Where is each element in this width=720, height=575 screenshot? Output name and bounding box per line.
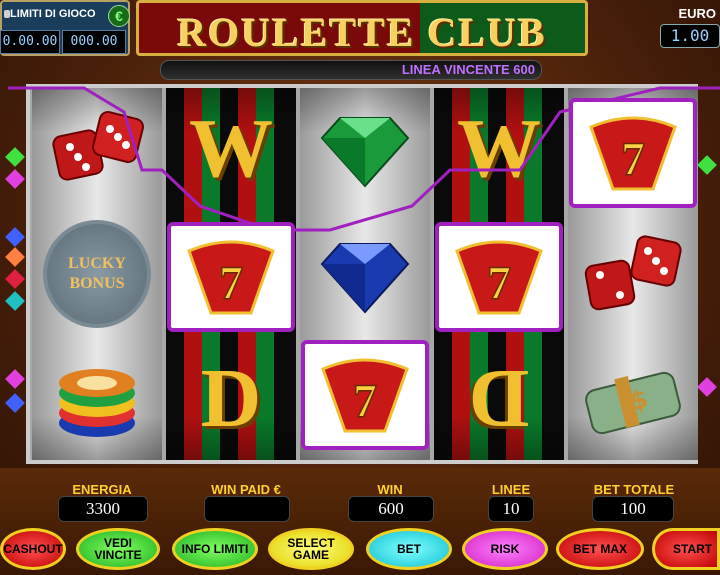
info-limiti-button[interactable]: INFO LIMITI: [172, 528, 258, 570]
reel-area: LUCKY BONUS W D W D $ 7 7 7 7: [8, 84, 720, 464]
bet-totale-value: 100: [592, 496, 674, 522]
seven-icon: 7: [455, 240, 543, 315]
seven-text: 7: [219, 257, 243, 310]
bet-totale-label: BET TOTALE: [593, 482, 675, 497]
vedi-vincite-button[interactable]: VEDI VINCITE: [76, 528, 160, 570]
seven-icon: 7: [187, 240, 275, 315]
seven-text: 7: [487, 257, 511, 310]
select-game-button[interactable]: SELECT GAME: [268, 528, 354, 570]
start-button[interactable]: START: [652, 528, 720, 570]
energia-label: ENERGIA: [72, 482, 132, 497]
linee-label: LINEE: [491, 482, 531, 497]
energia-value: 3300: [58, 496, 148, 522]
seven-symbol: 7: [167, 222, 295, 332]
seven-symbol: 7: [301, 340, 429, 450]
seven-symbol: 7: [435, 222, 563, 332]
linee-value: 10: [488, 496, 534, 522]
win-value: 600: [348, 496, 434, 522]
cashout-button[interactable]: CASHOUT: [0, 528, 66, 570]
win-paid-value: [204, 496, 290, 522]
seven-text: 7: [353, 375, 377, 428]
seven-symbol: 7: [569, 98, 697, 208]
bet-max-button[interactable]: BET MAX: [556, 528, 644, 570]
win-paid-label: WIN PAID €: [211, 482, 281, 497]
risk-button[interactable]: RISK: [462, 528, 548, 570]
win-label: WIN: [377, 482, 403, 497]
seven-icon: 7: [589, 116, 677, 191]
seven-icon: 7: [321, 358, 409, 433]
seven-text: 7: [621, 133, 645, 186]
bet-button[interactable]: BET: [366, 528, 452, 570]
